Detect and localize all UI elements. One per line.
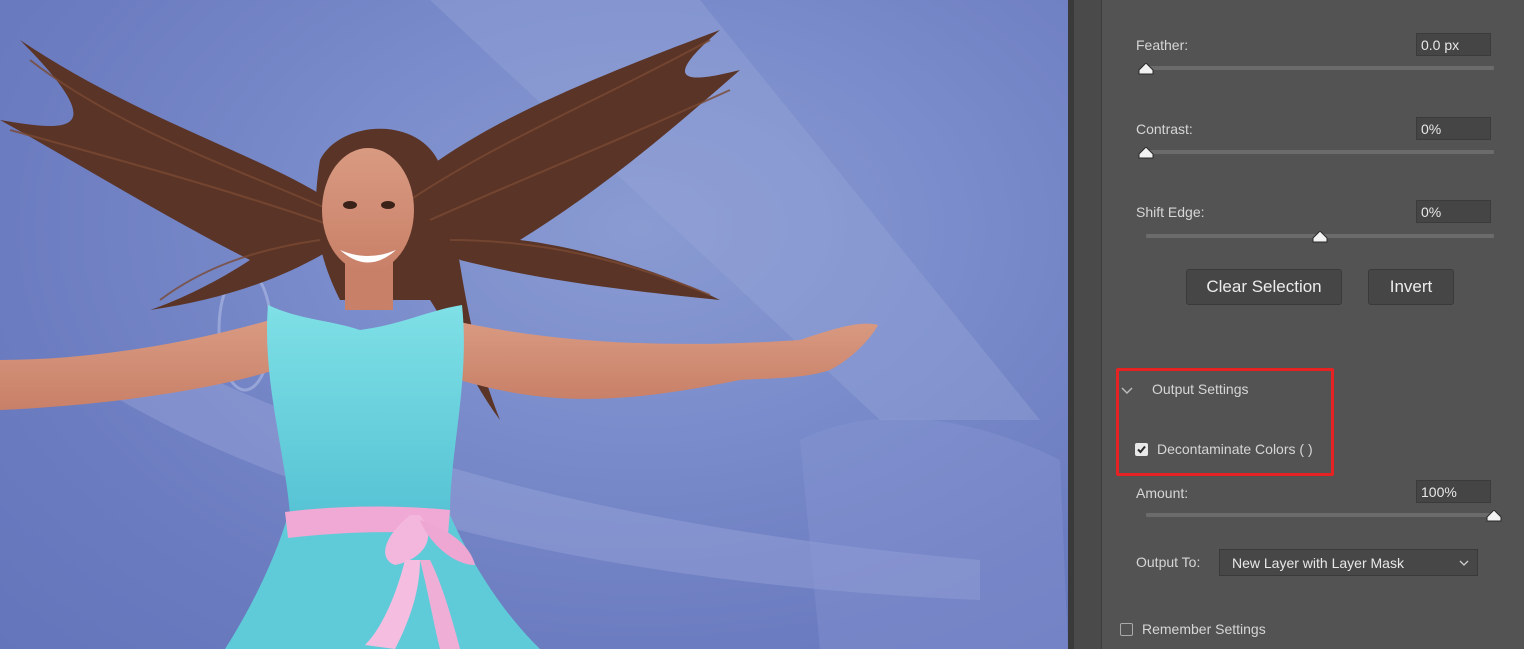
checkmark-icon — [1137, 445, 1146, 454]
image-canvas[interactable] — [0, 0, 1068, 649]
decontaminate-colors-checkbox[interactable] — [1135, 443, 1148, 456]
output-to-select[interactable]: New Layer with Layer Mask — [1219, 549, 1478, 576]
chevron-down-icon[interactable] — [1121, 383, 1133, 401]
amount-label: Amount: — [1136, 485, 1189, 501]
remember-settings-label: Remember Settings — [1142, 621, 1266, 637]
feather-slider[interactable] — [1146, 66, 1494, 70]
invert-button[interactable]: Invert — [1368, 269, 1454, 305]
contrast-field[interactable] — [1416, 117, 1491, 140]
contrast-slider[interactable] — [1146, 150, 1494, 154]
output-to-label: Output To: — [1136, 554, 1201, 570]
output-to-value: New Layer with Layer Mask — [1232, 555, 1404, 571]
clear-selection-button[interactable]: Clear Selection — [1186, 269, 1342, 305]
panel-gutter — [1074, 0, 1102, 649]
amount-slider[interactable] — [1146, 513, 1494, 517]
shift-edge-field[interactable] — [1416, 200, 1491, 223]
remember-settings-checkbox[interactable] — [1120, 623, 1133, 636]
decontaminate-colors-label: Decontaminate Colors ( ) — [1157, 441, 1313, 457]
photo-woman-flying-hair-icon — [0, 0, 1068, 649]
chevron-down-icon — [1459, 560, 1469, 566]
shift-edge-label: Shift Edge: — [1136, 204, 1205, 220]
amount-field[interactable] — [1416, 480, 1491, 503]
contrast-label: Contrast: — [1136, 121, 1193, 137]
output-settings-header[interactable]: Output Settings — [1152, 381, 1249, 397]
feather-field[interactable] — [1416, 33, 1491, 56]
feather-label: Feather: — [1136, 37, 1189, 53]
